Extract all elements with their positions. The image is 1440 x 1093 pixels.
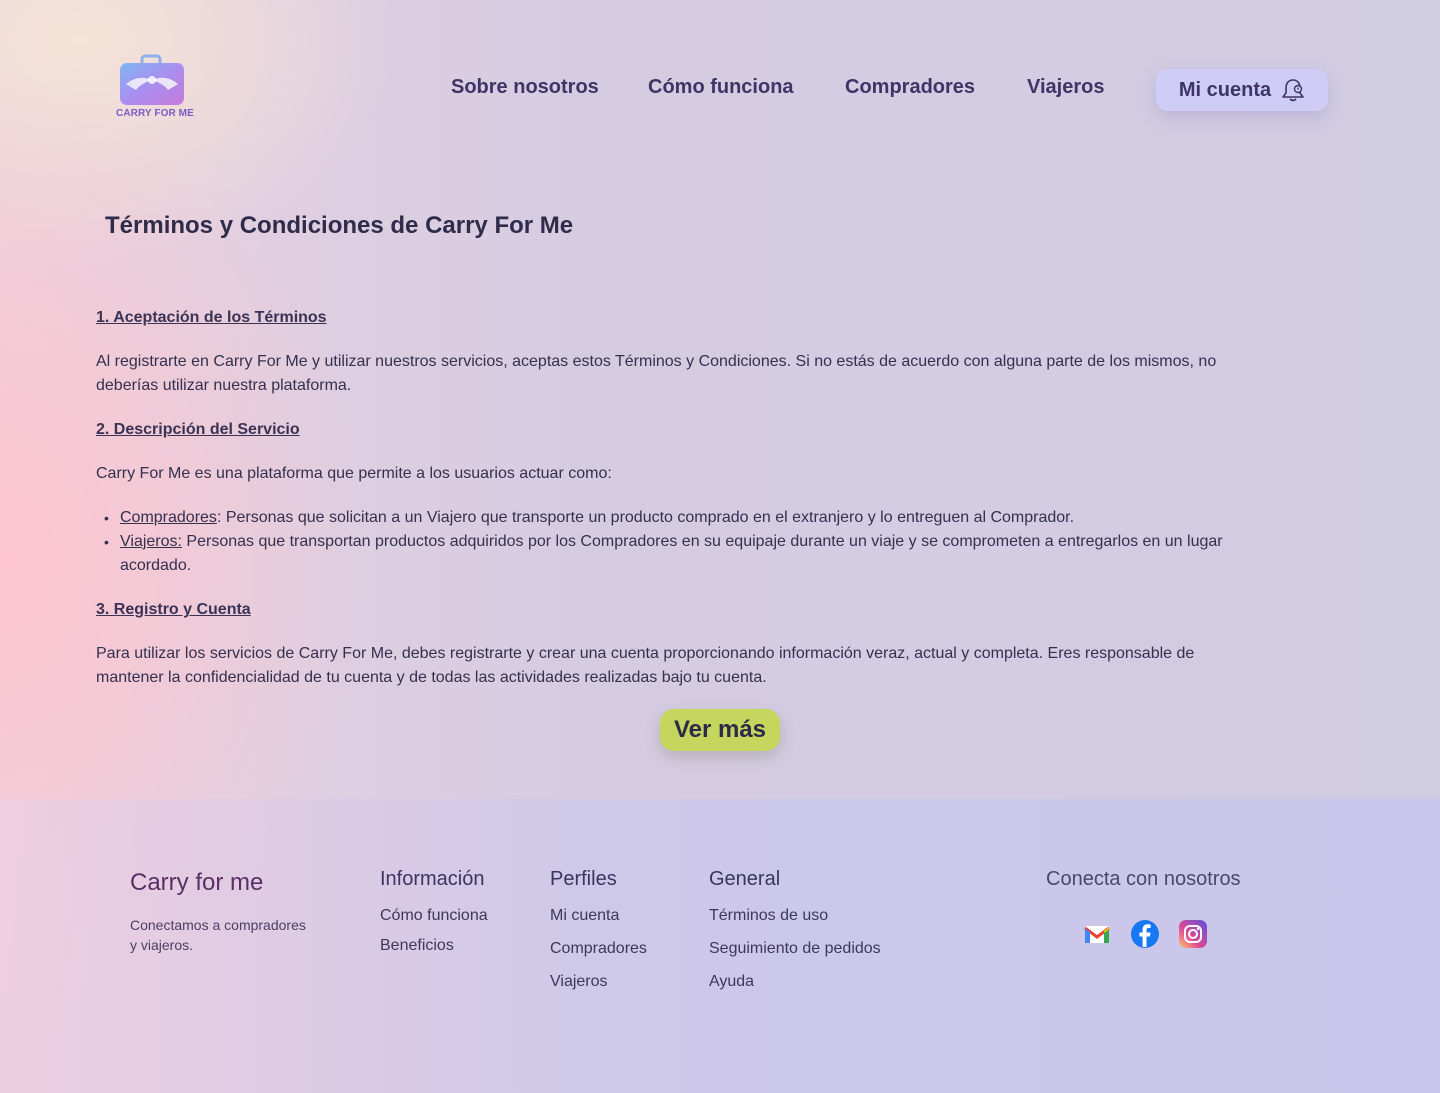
bell-icon: [1282, 79, 1304, 102]
footer-tagline: Conectamos a compradores y viajeros.: [130, 917, 306, 953]
footer-column-perfiles: Perfiles Mi cuenta Compradores Viajeros: [550, 868, 647, 991]
section-heading: 2. Descripción del Servicio: [96, 421, 300, 438]
footer-column-title: General: [709, 868, 781, 890]
footer-link-seguimiento[interactable]: Seguimiento de pedidos: [709, 940, 881, 958]
account-button[interactable]: Mi cuenta: [1156, 69, 1328, 111]
footer-brand: Carry for me: [130, 869, 264, 896]
role-compradores-link[interactable]: Compradores: [120, 509, 217, 526]
section-text: Carry For Me es una plataforma que permi…: [96, 465, 612, 482]
terms-content: 1. Aceptación de los Términos Al registr…: [96, 306, 1236, 710]
nav-sobre-nosotros[interactable]: Sobre nosotros: [451, 76, 599, 99]
section-text: Al registrarte en Carry For Me y utiliza…: [96, 353, 1217, 394]
footer: Carry for me Conectamos a compradores y …: [0, 799, 1440, 1093]
footer-link-mi-cuenta[interactable]: Mi cuenta: [550, 907, 647, 925]
roles-list: Compradores: Personas que solicitan a un…: [96, 506, 1236, 578]
ver-mas-button[interactable]: Ver más: [660, 709, 780, 751]
role-description: Personas que solicitan a un Viajero que …: [221, 509, 1075, 526]
gmail-icon[interactable]: [1082, 919, 1112, 949]
footer-column-title: Información: [380, 868, 485, 890]
footer-link-compradores[interactable]: Compradores: [550, 940, 647, 958]
footer-link-como-funciona[interactable]: Cómo funciona: [380, 907, 488, 925]
role-viajeros-link[interactable]: Viajeros:: [120, 533, 182, 550]
logo[interactable]: CARRY FOR ME: [112, 54, 194, 122]
footer-column-informacion: Información Cómo funciona Beneficios: [380, 868, 488, 955]
footer-column-general: General Términos de uso Seguimiento de p…: [709, 868, 881, 991]
list-item: Viajeros: Personas que transportan produ…: [96, 530, 1236, 578]
logo-text: CARRY FOR ME: [116, 108, 194, 119]
account-button-label: Mi cuenta: [1178, 78, 1272, 101]
footer-link-terminos[interactable]: Términos de uso: [709, 907, 881, 925]
nav-viajeros[interactable]: Viajeros: [1027, 76, 1104, 99]
suitcase-hug-icon: [120, 54, 184, 105]
footer-link-ayuda[interactable]: Ayuda: [709, 973, 881, 991]
nav-como-funciona[interactable]: Cómo funciona: [648, 76, 794, 99]
section-heading: 3. Registro y Cuenta: [96, 601, 251, 618]
instagram-icon[interactable]: [1178, 919, 1208, 949]
header: CARRY FOR ME Sobre nosotros Cómo funcion…: [0, 0, 1440, 170]
role-description: Personas que transportan productos adqui…: [120, 533, 1223, 574]
social-title: Conecta con nosotros: [1046, 868, 1241, 890]
section-heading: 1. Aceptación de los Términos: [96, 309, 327, 326]
list-item: Compradores: Personas que solicitan a un…: [96, 506, 1236, 530]
footer-link-beneficios[interactable]: Beneficios: [380, 937, 488, 955]
page-title: Términos y Condiciones de Carry For Me: [105, 212, 574, 239]
footer-column-title: Perfiles: [550, 868, 617, 890]
footer-link-viajeros[interactable]: Viajeros: [550, 973, 647, 991]
nav-compradores[interactable]: Compradores: [845, 76, 975, 99]
section-text: Para utilizar los servicios de Carry For…: [96, 645, 1195, 686]
facebook-icon[interactable]: [1130, 919, 1160, 949]
